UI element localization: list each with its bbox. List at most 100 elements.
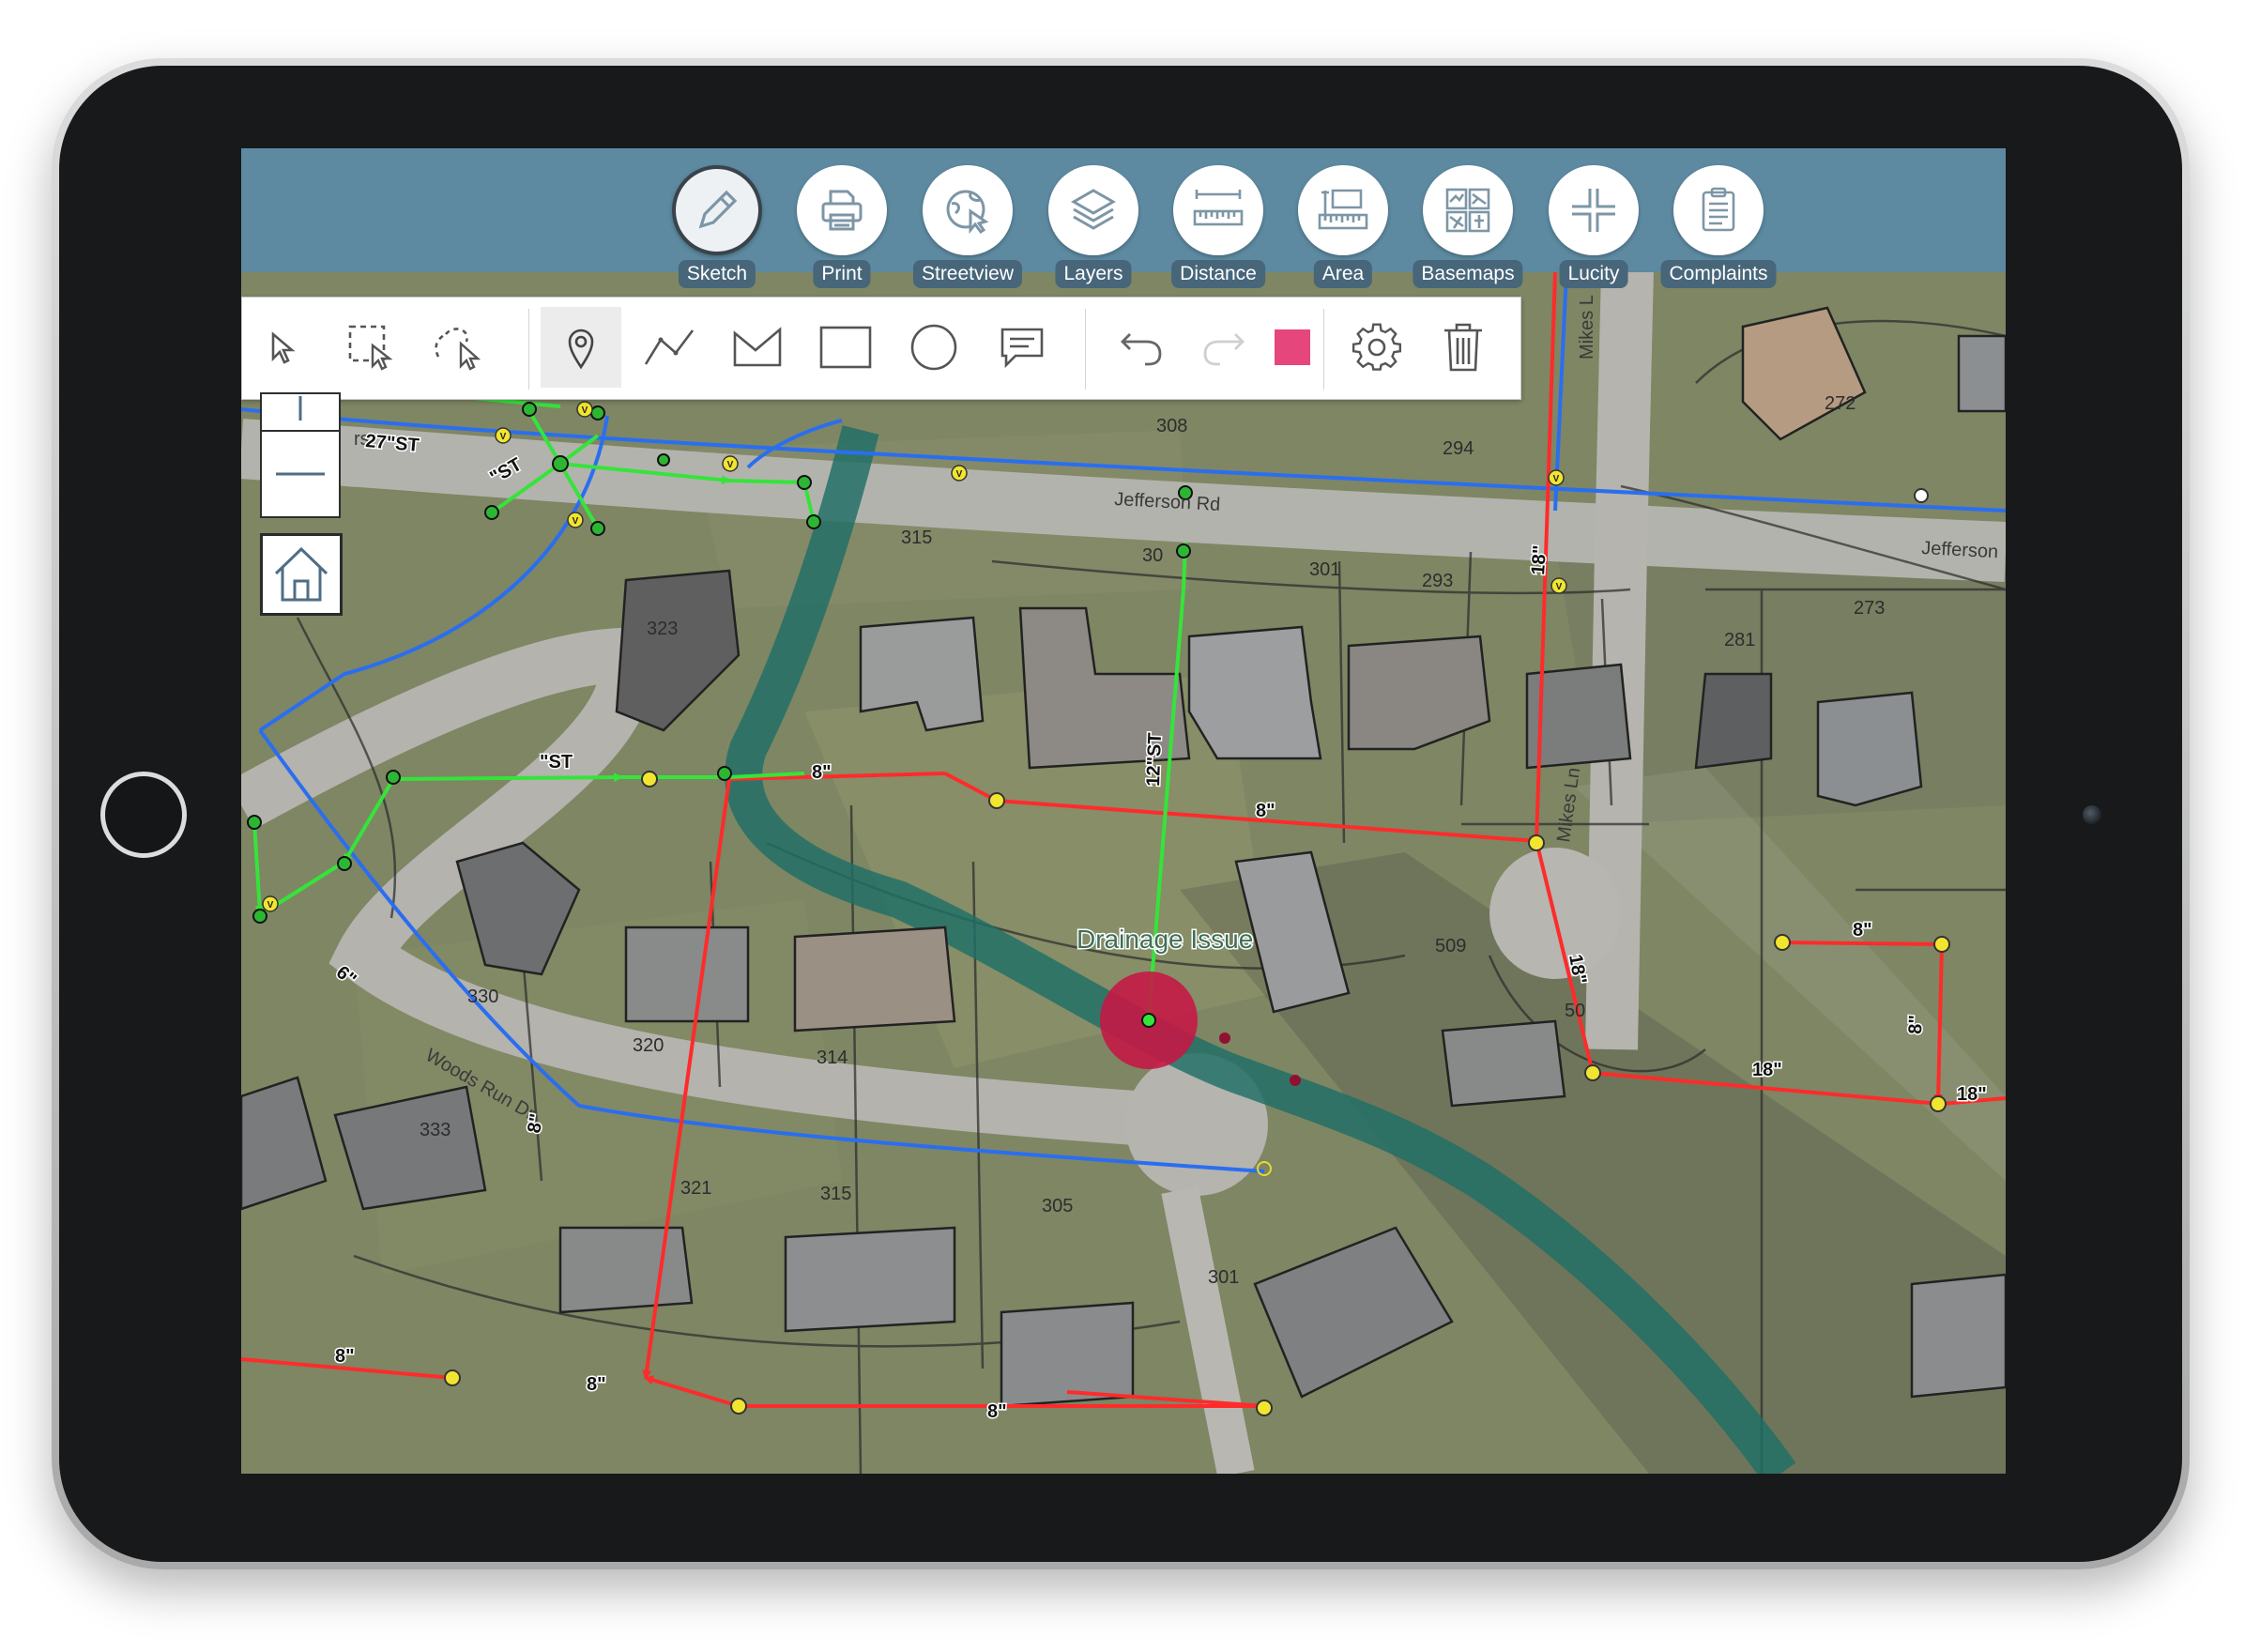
parcel-number: 323: [647, 619, 678, 639]
hardware-home-button[interactable]: [100, 772, 187, 858]
toolbar-divider: [528, 309, 529, 390]
tool-label: Streetview: [912, 260, 1023, 288]
lucity-icon: [1549, 165, 1639, 255]
pencil-icon: [672, 165, 762, 255]
valve-label: V: [727, 460, 734, 470]
toolbar-divider: [1085, 309, 1086, 390]
parcel-number: 50: [1565, 1001, 1585, 1021]
sketch-toolbar: [241, 297, 1521, 400]
lasso-select-tool[interactable]: [419, 307, 499, 388]
circle-tool[interactable]: [893, 307, 974, 388]
home-extent-button[interactable]: [260, 533, 343, 616]
polyline-tool[interactable]: [629, 307, 710, 388]
circle-icon: [910, 324, 957, 371]
select-icon: [271, 331, 296, 364]
text-comment-tool[interactable]: [982, 307, 1062, 388]
pipe-label: 18": [1752, 1060, 1782, 1080]
redo-icon: [1203, 333, 1245, 366]
tool-label: Sketch: [678, 260, 756, 288]
rectangle-tool[interactable]: [805, 307, 886, 388]
pipe-label: 8": [335, 1346, 355, 1367]
rectangle-icon: [819, 326, 872, 369]
pipe-label: 12"ST: [1143, 732, 1166, 787]
street-label: Jefferson: [1921, 538, 1999, 562]
valve-label: V: [267, 900, 274, 910]
valve-label: V: [500, 432, 507, 442]
parcel-number: 272: [1825, 393, 1856, 414]
clipboard-icon: [1673, 165, 1764, 255]
complaints-tool[interactable]: Complaints: [1660, 165, 1777, 297]
settings-icon: [1352, 323, 1402, 371]
area-tool[interactable]: Area: [1287, 165, 1399, 297]
select-tool[interactable]: [242, 307, 323, 388]
undo-icon: [1121, 333, 1162, 366]
tool-label: Lucity: [1559, 260, 1628, 288]
front-camera: [2083, 805, 2101, 824]
sketch-tool[interactable]: Sketch: [661, 165, 773, 297]
text-comment-icon: [1000, 328, 1044, 369]
streetview-icon: [923, 165, 1013, 255]
zoom-out-button[interactable]: [262, 432, 339, 516]
zoom-in-button[interactable]: [262, 394, 339, 432]
parcel-number: 294: [1443, 438, 1474, 459]
tool-label: Complaints: [1660, 260, 1777, 288]
minus-icon: [276, 472, 325, 476]
plus-icon: [298, 396, 302, 421]
polyline-icon: [644, 329, 695, 365]
pipe-label: 8": [524, 1112, 547, 1135]
lucity-tool[interactable]: Lucity: [1537, 165, 1650, 297]
pipe-label: 8": [987, 1401, 1007, 1422]
issue-point: [1290, 1075, 1301, 1086]
polygon-tool[interactable]: [717, 307, 798, 388]
box-select-icon: [348, 325, 393, 371]
pipe-label: "ST: [540, 752, 573, 772]
street-label: Mikes L: [1577, 295, 1597, 359]
tool-label: Basemaps: [1413, 260, 1523, 288]
delete-button[interactable]: [1423, 307, 1504, 388]
color-picker[interactable]: [1252, 307, 1333, 388]
tool-label: Layers: [1055, 260, 1132, 288]
tool-label: Area: [1313, 260, 1373, 288]
pipe-label: 18": [1957, 1084, 1987, 1105]
parcel-number: 333: [420, 1120, 451, 1140]
basemaps-icon: [1423, 165, 1513, 255]
distance-tool[interactable]: Distance: [1162, 165, 1275, 297]
valve-label: V: [582, 405, 588, 416]
parcel-number: 301: [1309, 559, 1340, 580]
pipe-label: 18": [1528, 544, 1550, 575]
parcel-number: 305: [1042, 1196, 1073, 1216]
storm-inlet-node: [1141, 1013, 1156, 1028]
polygon-icon: [733, 327, 782, 367]
ruler-icon: [1173, 165, 1263, 255]
undo-button[interactable]: [1100, 307, 1181, 388]
box-select-tool[interactable]: [330, 307, 411, 388]
layers-tool[interactable]: Layers: [1037, 165, 1150, 297]
pipe-label: 8": [812, 762, 832, 783]
streetview-tool[interactable]: Streetview: [911, 165, 1024, 297]
lasso-select-icon: [435, 328, 481, 371]
drainage-issue-label: Drainage Issue: [1077, 925, 1253, 954]
basemaps-tool[interactable]: Basemaps: [1412, 165, 1524, 297]
print-tool[interactable]: Print: [786, 165, 898, 297]
area-icon: [1298, 165, 1388, 255]
parcel-number: 320: [633, 1035, 664, 1056]
parcel-number: 30: [1142, 545, 1163, 566]
parcel-number: 308: [1156, 416, 1187, 436]
pipe-label: 8": [587, 1374, 606, 1395]
top-toolbar: Sketch Print Streetview Layers Distance: [241, 148, 2006, 288]
parcel-number: 321: [680, 1178, 711, 1199]
point-tool[interactable]: [541, 307, 621, 388]
valve-label: V: [1553, 474, 1560, 484]
settings-button[interactable]: [1336, 307, 1417, 388]
parcel-number: 273: [1854, 598, 1885, 619]
tool-label: Distance: [1171, 260, 1265, 288]
layers-icon: [1048, 165, 1138, 255]
parcel-number: 281: [1724, 630, 1755, 650]
parcel-number: 301: [1208, 1267, 1239, 1288]
pipe-label: 8": [1853, 920, 1872, 941]
issue-point: [1219, 1032, 1230, 1044]
parcel-number: 509: [1435, 936, 1466, 956]
pipe-label: 8": [1256, 801, 1275, 821]
printer-icon: [797, 165, 887, 255]
valve-label: V: [956, 469, 963, 480]
